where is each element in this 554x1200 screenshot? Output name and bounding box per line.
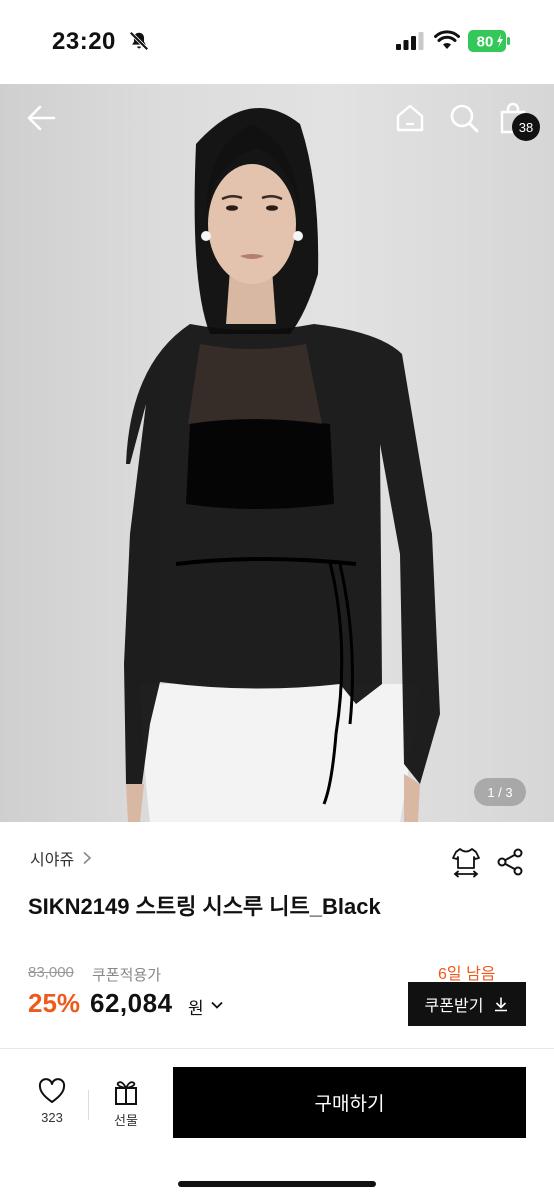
brand-name: 시야쥬 [30,852,75,869]
chevron-down-icon[interactable] [209,997,225,1013]
original-price: 83,000 [28,964,74,981]
sale-price: 62,084 [90,988,173,1018]
brand-link[interactable]: 시야쥬 [30,846,94,870]
cart-count-badge: 38 [512,113,540,141]
currency-unit: 원 [188,999,204,1018]
gift-icon [115,1081,137,1105]
search-icon[interactable] [446,100,482,136]
chevron-right-icon [83,851,92,865]
get-coupon-button[interactable]: 쿠폰받기 [408,982,526,1026]
download-icon [495,997,508,1012]
get-coupon-label: 쿠폰받기 [424,998,484,1015]
buy-button[interactable]: 구매하기 [173,1067,526,1138]
product-photo [124,108,440,822]
battery-icon: 80 [468,30,510,52]
product-image-gallery[interactable] [0,84,554,822]
like-button[interactable]: 323 [24,1078,80,1134]
bottom-bar-separator [88,1090,89,1120]
coupon-price-label: 쿠폰적용가 [92,967,162,984]
heart-icon [38,1078,66,1103]
discount-rate: 25% [28,988,81,1018]
status-bar: 23:20 80 [0,0,554,84]
bell-off-icon [129,31,149,51]
signal-icon [396,32,424,50]
wifi-icon [434,30,460,49]
bottom-bar-divider [0,1048,554,1049]
gallery-page-indicator: 1 / 3 [474,778,526,806]
gift-label: 선물 [114,1113,138,1128]
gift-button[interactable]: 선물 [98,1078,154,1134]
buy-button-label: 구매하기 [314,1094,385,1115]
back-arrow-icon[interactable] [24,100,60,136]
share-icon[interactable] [496,848,524,876]
home-indicator [178,1181,376,1187]
home-icon[interactable] [392,100,428,136]
days-left-badge: 6일 남음 [438,966,496,983]
size-guide-icon[interactable] [450,846,482,878]
battery-level: 80 [477,34,494,51]
product-title: SIKN2149 스트링 시스루 니트_Black [28,894,381,919]
like-count: 323 [41,1110,63,1125]
status-time: 23:20 [52,28,116,55]
